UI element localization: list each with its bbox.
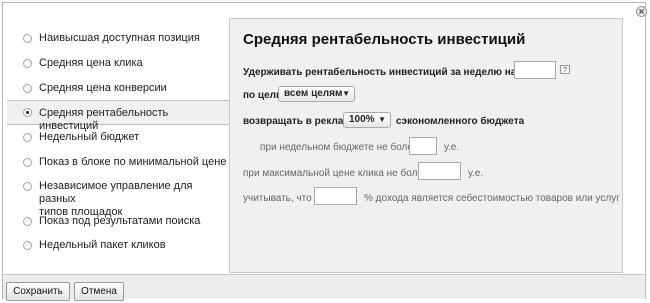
radio-button[interactable] [23, 133, 32, 142]
radio-button[interactable] [23, 34, 32, 43]
strategy-item-independent-management[interactable]: Независимое управление для разных типов … [7, 180, 230, 219]
radio-button[interactable] [23, 182, 32, 191]
strategy-list: Наивысшая доступная позиция Средняя цена… [7, 20, 230, 273]
strategy-item-label: Независимое управление для разных [39, 180, 193, 205]
return-percent-select[interactable]: 100% ▼ [343, 112, 391, 128]
return-suffix: сэкономленного бюджета [396, 116, 525, 127]
strategy-dialog: Наивысшая доступная позиция Средняя цена… [2, 2, 647, 301]
radio-button[interactable] [23, 158, 32, 167]
strategy-item-weekly-click-package[interactable]: Недельный пакет кликов [7, 239, 230, 252]
strategy-item-avg-conversion-price[interactable]: Средняя цена конверсии [7, 82, 230, 95]
weekly-budget-unit: у.е. [444, 142, 460, 153]
save-button[interactable]: Сохранить [6, 282, 70, 301]
close-icon[interactable] [636, 6, 647, 17]
goal-select[interactable]: всем целям ▼ [278, 86, 355, 102]
strategy-item-label: Средняя цена конверсии [39, 82, 167, 94]
weekly-budget-label: при недельном бюджете не более [260, 142, 419, 153]
strategy-item-top-position[interactable]: Наивысшая доступная позиция [7, 32, 230, 45]
return-label: возвращать в рекламу [243, 116, 357, 127]
radio-button[interactable] [23, 59, 32, 68]
chevron-down-icon: ▼ [378, 115, 386, 124]
cost-share-label: учитывать, что [243, 193, 312, 204]
dialog-footer: Сохранить Отмена [3, 274, 645, 301]
hold-roi-label: Удерживать рентабельность инвестиций за … [243, 67, 555, 78]
strategy-item-label: Недельный бюджет [39, 131, 140, 143]
strategy-item-label: Показ под результатами поиска [39, 215, 201, 227]
strategy-item-label: Средняя цена клика [39, 57, 143, 69]
cancel-button[interactable]: Отмена [74, 282, 124, 301]
radio-button[interactable] [23, 84, 32, 93]
strategy-item-min-price-block[interactable]: Показ в блоке по минимальной цене [7, 156, 230, 169]
cost-share-input[interactable] [314, 187, 357, 205]
chevron-down-icon: ▼ [342, 89, 350, 98]
max-click-price-input[interactable] [418, 162, 461, 180]
strategy-item-label: Недельный пакет кликов [39, 239, 166, 251]
strategy-item-weekly-budget[interactable]: Недельный бюджет [7, 131, 230, 144]
strategy-item-avg-click-price[interactable]: Средняя цена клика [7, 57, 230, 70]
roi-level-input[interactable] [514, 61, 556, 79]
radio-button[interactable] [23, 241, 32, 250]
return-select-value: 100% [349, 114, 375, 125]
goal-label: по цели [243, 90, 283, 101]
cost-share-suffix: % дохода является себестоимостью товаров… [364, 193, 620, 204]
max-click-price-label: при максимальной цене клика не более [243, 168, 429, 179]
max-click-price-unit: у.е. [468, 168, 484, 179]
strategy-item-label: Наивысшая доступная позиция [39, 32, 200, 44]
strategy-item-label: Показ в блоке по минимальной цене [39, 156, 227, 168]
strategy-item-under-search-results[interactable]: Показ под результатами поиска [7, 215, 230, 228]
help-icon[interactable]: ? [560, 65, 570, 74]
radio-button-selected[interactable] [23, 108, 32, 117]
strategy-item-avg-roi[interactable]: Средняя рентабельность инвестиций [7, 100, 230, 132]
panel-title: Средняя рентабельность инвестиций [243, 31, 526, 48]
weekly-budget-input[interactable] [409, 137, 437, 155]
goal-select-value: всем целям [284, 88, 343, 99]
strategy-item-label: Средняя рентабельность инвестиций [39, 107, 169, 132]
strategy-settings-panel: Средняя рентабельность инвестиций Удержи… [229, 18, 623, 273]
radio-button[interactable] [23, 217, 32, 226]
